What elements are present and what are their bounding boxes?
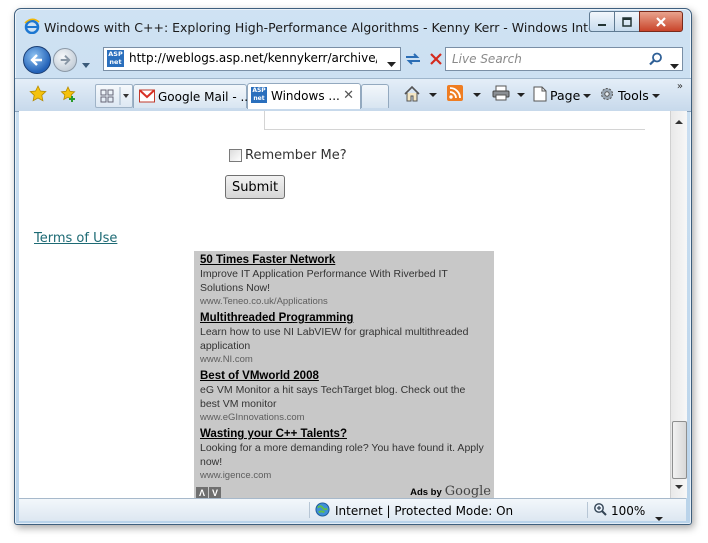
toolbar-overflow-chevron-icon[interactable]: »: [677, 81, 683, 92]
close-button[interactable]: [639, 11, 683, 32]
print-icon[interactable]: [492, 85, 510, 101]
ads-by-label: Ads by: [410, 487, 442, 498]
ad-title[interactable]: Wasting your C++ Talents?: [200, 427, 485, 441]
site-favicon-icon: ASP net: [107, 50, 124, 67]
refresh-button[interactable]: [403, 49, 423, 69]
scroll-down-arrow-icon[interactable]: [671, 480, 687, 494]
remember-me-row[interactable]: Remember Me?: [229, 148, 347, 163]
remember-me-label: Remember Me?: [245, 148, 347, 163]
forward-button[interactable]: [53, 48, 77, 72]
recent-pages-dropdown-icon[interactable]: [81, 55, 91, 68]
address-dropdown-icon[interactable]: [387, 54, 396, 73]
ad-url[interactable]: www.igence.com: [200, 469, 485, 483]
window-title: Windows with C++: Exploring High-Perform…: [44, 20, 592, 35]
quick-tabs-button[interactable]: [95, 84, 133, 108]
browser-window: Windows with C++: Exploring High-Perform…: [14, 8, 692, 525]
google-logo-text: Google: [444, 484, 491, 498]
ad-description: Improve IT Application Performance With …: [200, 268, 448, 294]
search-box[interactable]: Live Search: [445, 47, 683, 71]
feeds-icon[interactable]: [447, 85, 463, 101]
new-tab-button[interactable]: [361, 84, 389, 108]
ads-by-google-link[interactable]: Ads by Google: [410, 484, 491, 498]
ad-description: Learn how to use NI LabVIEW for graphica…: [200, 326, 469, 352]
stop-button[interactable]: [426, 49, 446, 69]
vertical-scrollbar[interactable]: [670, 111, 687, 498]
submit-button[interactable]: Submit: [225, 175, 285, 199]
tools-menu-label: Tools: [618, 88, 649, 103]
form-input-edge[interactable]: [264, 111, 645, 130]
page-content: Remember Me? Submit Terms of Use 50 Time…: [19, 111, 670, 498]
zoom-magnifier-icon: [593, 502, 607, 519]
ad-prev-icon[interactable]: Λ: [196, 487, 208, 498]
tools-dropdown-icon: [651, 93, 660, 98]
address-bar[interactable]: ASP net http://weblogs.asp.net/kennykerr…: [103, 47, 401, 71]
ad-item[interactable]: Multithreaded Programming Learn how to u…: [200, 311, 485, 367]
navigation-bar: ASP net http://weblogs.asp.net/kennykerr…: [15, 43, 691, 75]
ad-title[interactable]: Multithreaded Programming: [200, 311, 485, 325]
close-tab-icon[interactable]: ✕: [343, 88, 354, 103]
ad-navigation: Λ V: [196, 487, 221, 498]
globe-icon: [315, 502, 330, 520]
page-icon: [533, 86, 547, 105]
address-input[interactable]: http://weblogs.asp.net/kennykerr/archive…: [129, 51, 377, 65]
page-dropdown-icon: [583, 93, 592, 98]
back-button[interactable]: [23, 46, 51, 74]
ad-item[interactable]: Best of VMworld 2008 eG VM Monitor a hit…: [200, 369, 485, 425]
aspnet-favicon-icon: ASP net: [251, 87, 267, 103]
search-input[interactable]: Live Search: [452, 52, 522, 66]
ad-url[interactable]: www.Teneo.co.uk/Applications: [200, 295, 485, 309]
gear-icon: [599, 86, 615, 105]
feeds-dropdown-icon[interactable]: [473, 91, 481, 99]
favorites-star-icon[interactable]: [29, 85, 47, 103]
minimize-button[interactable]: [589, 11, 615, 32]
scroll-up-arrow-icon[interactable]: [671, 115, 687, 129]
ad-url[interactable]: www.eGInnovations.com: [200, 411, 485, 425]
page-menu-label: Page: [550, 88, 581, 103]
status-divider: [587, 502, 588, 518]
home-dropdown-icon[interactable]: [429, 91, 437, 99]
home-icon[interactable]: [403, 85, 421, 103]
terms-of-use-link[interactable]: Terms of Use: [34, 231, 117, 246]
zoom-level: 100%: [611, 503, 646, 518]
print-dropdown-icon[interactable]: [517, 91, 525, 99]
ie-logo-icon: [24, 18, 40, 35]
add-to-favorites-icon[interactable]: [59, 85, 77, 103]
google-ads-block: 50 Times Faster Network Improve IT Appli…: [194, 251, 494, 498]
status-divider: [309, 502, 310, 518]
ad-item[interactable]: Wasting your C++ Talents? Looking for a …: [200, 427, 485, 483]
status-bar: Internet | Protected Mode: On 100%: [19, 498, 686, 521]
ad-next-icon[interactable]: V: [209, 487, 221, 498]
gmail-icon: [139, 89, 155, 106]
search-icon[interactable]: [649, 51, 663, 70]
search-options-dropdown-icon[interactable]: [670, 56, 679, 75]
maximize-button[interactable]: [614, 11, 640, 32]
security-zone[interactable]: Internet | Protected Mode: On: [315, 502, 513, 520]
tab-google-mail[interactable]: Google Mail - ...: [133, 84, 252, 108]
tab-label: Google Mail - ...: [158, 90, 252, 104]
zoom-control[interactable]: 100%: [593, 502, 645, 519]
tools-menu-button[interactable]: Tools: [599, 86, 660, 105]
tab-label: Windows ...: [271, 89, 340, 103]
ad-description: eG VM Monitor a hit says TechTarget blog…: [200, 384, 466, 410]
page-menu-button[interactable]: Page: [533, 86, 592, 105]
ad-description: Looking for a more demanding role? You h…: [200, 442, 484, 468]
ad-title[interactable]: Best of VMworld 2008: [200, 369, 485, 383]
security-zone-label: Internet | Protected Mode: On: [335, 504, 514, 518]
tab-windows-active[interactable]: ASP net Windows ... ✕: [247, 83, 361, 109]
tab-bar: Google Mail - ... ASP net Windows ... ✕: [15, 78, 691, 112]
title-bar[interactable]: Windows with C++: Exploring High-Perform…: [15, 9, 691, 39]
ad-title[interactable]: 50 Times Faster Network: [200, 253, 485, 267]
ad-item[interactable]: 50 Times Faster Network Improve IT Appli…: [200, 253, 485, 309]
zoom-dropdown-icon[interactable]: [655, 508, 663, 527]
scrollbar-thumb[interactable]: [672, 421, 687, 479]
ad-url[interactable]: www.NI.com: [200, 353, 485, 367]
remember-me-checkbox[interactable]: [229, 149, 242, 162]
